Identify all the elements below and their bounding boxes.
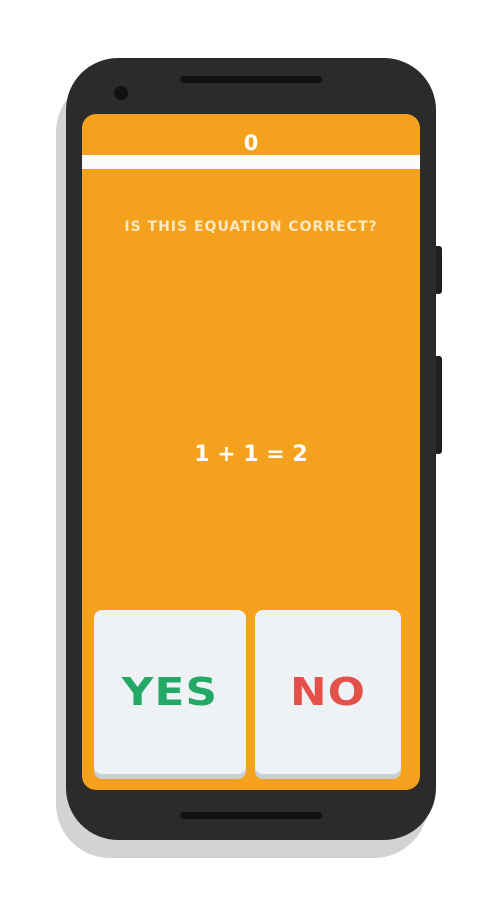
equation-text: 1 + 1 = 2 [194, 442, 308, 467]
no-button-label: NO [289, 670, 367, 714]
bottom-speaker [180, 812, 322, 819]
score-counter: 0 [243, 131, 259, 155]
yes-button[interactable]: YES [94, 610, 246, 774]
stage: 0 IS THIS EQUATION CORRECT? 1 + 1 = 2 YE… [0, 0, 502, 904]
question-text: IS THIS EQUATION CORRECT? [124, 219, 378, 235]
power-button [436, 246, 442, 294]
front-camera [114, 86, 128, 100]
timer-bar [82, 155, 420, 169]
timer-fill [82, 155, 420, 169]
volume-button [436, 356, 442, 454]
no-button[interactable]: NO [255, 610, 401, 774]
game-screen: 0 IS THIS EQUATION CORRECT? 1 + 1 = 2 YE… [82, 114, 420, 790]
yes-button-label: YES [121, 670, 219, 714]
top-speaker [180, 76, 322, 83]
